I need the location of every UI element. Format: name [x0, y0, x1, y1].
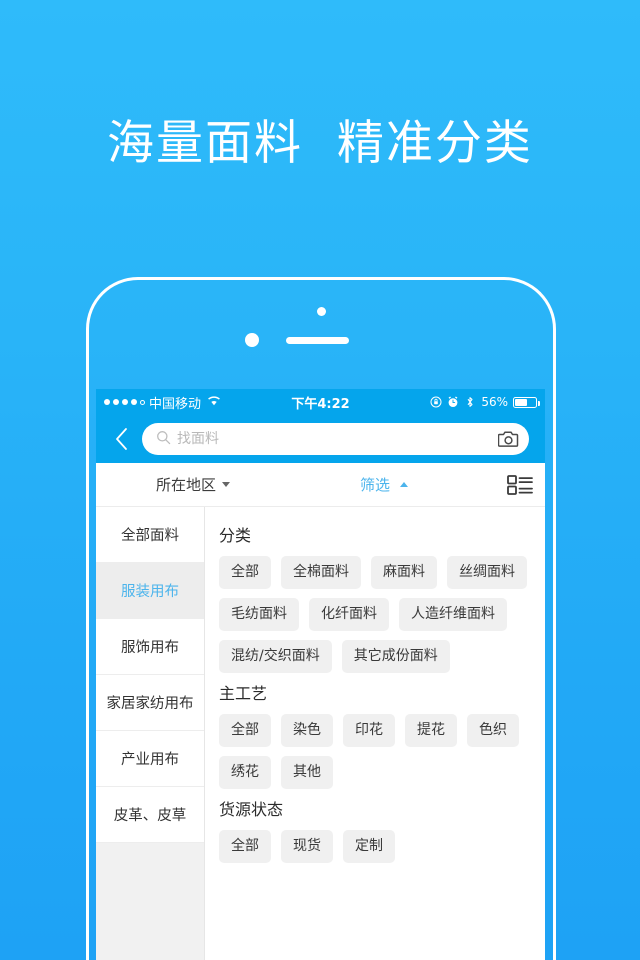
filter-panel: 全部面料 服装用布 服饰用布 家居家纺用布 产业用布 皮革、皮草 分类 全部 全… [96, 507, 545, 960]
battery-icon [513, 396, 540, 408]
camera-icon [497, 431, 518, 447]
filter-chip[interactable]: 全部 [219, 556, 271, 589]
sidebar-item-5[interactable]: 皮革、皮草 [96, 787, 204, 843]
sidebar-item-label: 服装用布 [121, 584, 179, 600]
section-chips-2: 全部 现货 定制 [219, 830, 535, 863]
sidebar-item-label: 产业用布 [121, 752, 179, 768]
filter-chip[interactable]: 色织 [467, 714, 519, 747]
filter-chip[interactable]: 其它成份面料 [341, 640, 450, 673]
filter-chip[interactable]: 化纤面料 [309, 598, 389, 631]
sidebar-item-2[interactable]: 服饰用布 [96, 619, 204, 675]
view-mode-toggle[interactable] [505, 472, 535, 498]
filter-chip[interactable]: 全部 [219, 830, 271, 863]
region-filter-button[interactable]: 所在地区 [156, 474, 231, 495]
search-input[interactable] [177, 431, 491, 447]
list-view-icon [507, 474, 533, 495]
search-bar[interactable] [142, 423, 529, 455]
front-camera-icon [245, 333, 259, 347]
region-filter-label: 所在地区 [156, 476, 217, 494]
filter-options-content: 分类 全部 全棉面料 麻面料 丝绸面料 毛纺面料 化纤面料 人造纤维面料 混纺/… [205, 507, 545, 960]
alarm-clock-icon [447, 396, 459, 408]
sidebar-item-3[interactable]: 家居家纺用布 [96, 675, 204, 731]
filter-chip[interactable]: 其他 [281, 756, 333, 789]
filter-toggle-button[interactable]: 筛选 [360, 474, 409, 495]
section-chips-1: 全部 染色 印花 提花 色织 绣花 其他 [219, 714, 535, 789]
page-headline: 海量面料 精准分类 [107, 116, 533, 171]
sidebar-item-1[interactable]: 服装用布 [96, 563, 204, 619]
sidebar-item-label: 家居家纺用布 [106, 696, 194, 712]
search-header [96, 415, 545, 463]
bluetooth-icon [464, 396, 476, 408]
filter-chip[interactable]: 混纺/交织面料 [219, 640, 332, 673]
filter-chip[interactable]: 人造纤维面料 [399, 598, 507, 631]
filter-chip[interactable]: 印花 [343, 714, 395, 747]
sidebar-item-label: 全部面料 [121, 528, 179, 544]
filter-chip[interactable]: 现货 [281, 830, 333, 863]
device-screen: 中国移动 下午4:22 56% 找面料 所在地区 筛选 全部面料 服装用布 服饰… [96, 389, 545, 960]
phone-top-dot-icon [317, 307, 326, 316]
chevron-up-icon [400, 482, 409, 487]
sidebar-item-4[interactable]: 产业用布 [96, 731, 204, 787]
filter-chip[interactable]: 麻面料 [371, 556, 437, 589]
filter-chip[interactable]: 丝绸面料 [447, 556, 527, 589]
filter-chip[interactable]: 全棉面料 [281, 556, 361, 589]
filter-chip[interactable]: 毛纺面料 [219, 598, 299, 631]
filter-bar: 所在地区 筛选 [96, 463, 545, 507]
chevron-left-icon [115, 428, 127, 450]
search-icon [156, 430, 171, 449]
filter-chip[interactable]: 提花 [405, 714, 457, 747]
earpiece-speaker [286, 337, 349, 344]
section-chips-0: 全部 全棉面料 麻面料 丝绸面料 毛纺面料 化纤面料 人造纤维面料 混纺/交织面… [219, 556, 535, 673]
section-title-0: 分类 [219, 526, 252, 545]
back-button[interactable] [104, 422, 138, 456]
rotation-lock-icon [430, 396, 442, 408]
section-title-2: 货源状态 [219, 800, 284, 819]
filter-toggle-label: 筛选 [360, 476, 391, 494]
sidebar-item-0[interactable]: 全部面料 [96, 507, 204, 563]
promo-screenshot: 海量面料 精准分类 中国移动 下午4:22 56% 找面料 所在地区 筛选 全部… [0, 0, 640, 960]
sidebar-item-label: 服饰用布 [121, 640, 179, 656]
filter-chip[interactable]: 绣花 [219, 756, 271, 789]
sidebar-item-label: 皮革、皮草 [113, 808, 187, 824]
status-bar: 中国移动 下午4:22 56% [96, 389, 545, 415]
filter-chip[interactable]: 染色 [281, 714, 333, 747]
filter-chip[interactable]: 全部 [219, 714, 271, 747]
battery-percent-label: 56% [481, 395, 508, 409]
section-title-1: 主工艺 [219, 684, 268, 703]
camera-search-button[interactable] [497, 429, 519, 449]
status-bar-right: 56% [430, 395, 540, 409]
chevron-down-icon [222, 482, 231, 487]
filter-chip[interactable]: 定制 [343, 830, 395, 863]
category-sidebar: 全部面料 服装用布 服饰用布 家居家纺用布 产业用布 皮革、皮草 [96, 507, 205, 960]
